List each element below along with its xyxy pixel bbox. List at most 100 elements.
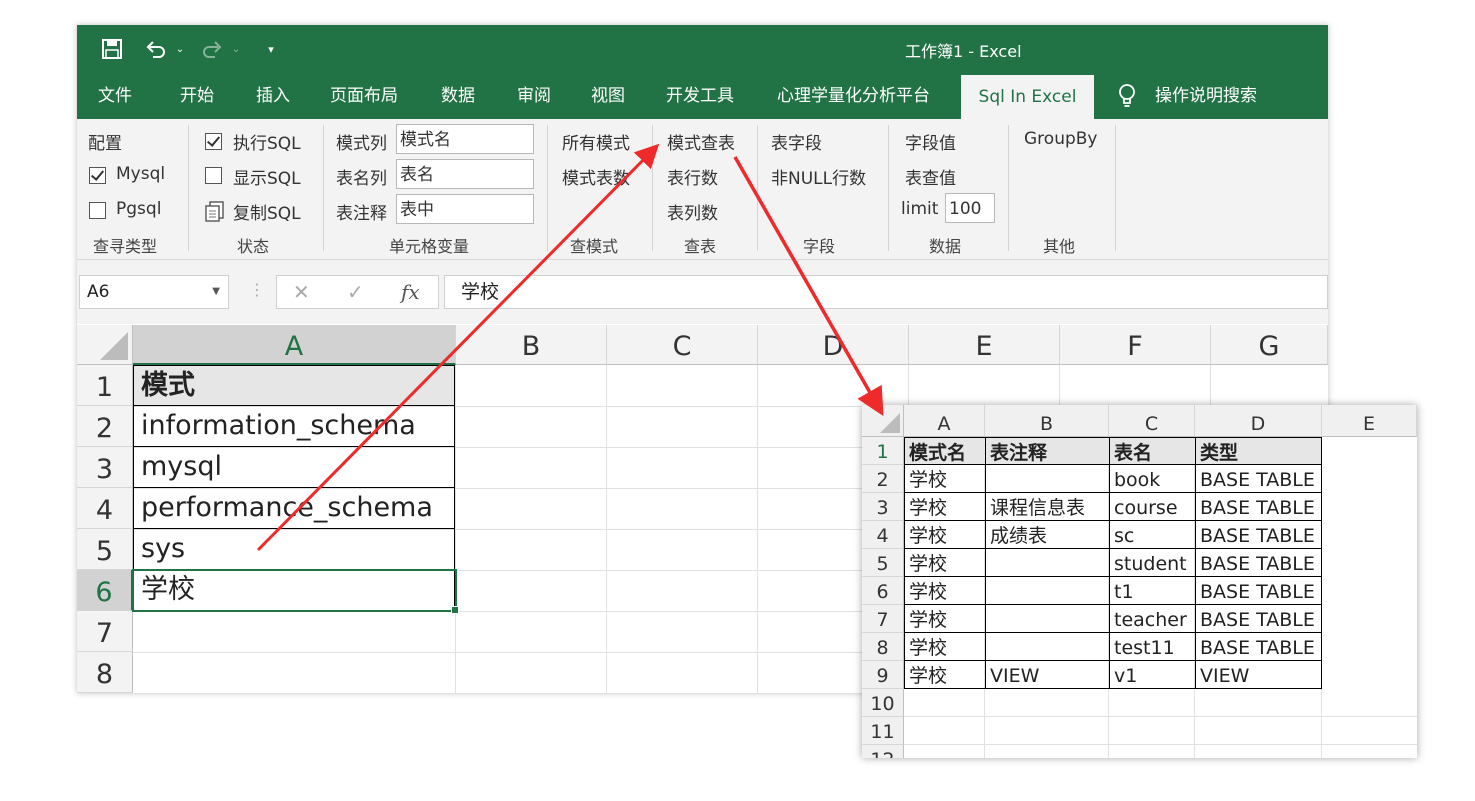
schema-col-input[interactable]: 模式名 xyxy=(396,124,534,154)
result-cell[interactable]: v1 xyxy=(1109,661,1195,689)
result-cell[interactable] xyxy=(985,549,1109,577)
result-cell[interactable] xyxy=(985,633,1109,661)
result-column-header-a[interactable]: A xyxy=(904,405,985,437)
select-all-button[interactable] xyxy=(77,325,133,365)
non-null-rows-button[interactable]: 非NULL行数 xyxy=(771,164,866,189)
active-cell-selection[interactable] xyxy=(132,569,459,614)
result-cell[interactable]: BASE TABLE xyxy=(1195,577,1322,605)
result-cell[interactable]: VIEW xyxy=(985,661,1109,689)
tab-sql-in-excel[interactable]: Sql In Excel xyxy=(961,75,1094,119)
result-column-header-d[interactable]: D xyxy=(1195,405,1322,437)
tab-view[interactable]: 视图 xyxy=(591,73,625,119)
row-header-3[interactable]: 3 xyxy=(77,447,133,488)
row-header-4[interactable]: 4 xyxy=(77,488,133,529)
formula-input[interactable]: 学校 xyxy=(444,275,1328,309)
column-header-a[interactable]: A xyxy=(133,325,456,365)
result-cell[interactable]: 学校 xyxy=(904,633,985,661)
redo-dropdown-icon[interactable]: ⌄ xyxy=(229,35,243,63)
result-header-cell[interactable]: 表注释 xyxy=(985,437,1109,465)
result-column-header-b[interactable]: B xyxy=(985,405,1109,437)
result-row-header-12[interactable]: 12 xyxy=(862,745,904,758)
result-cell[interactable]: VIEW xyxy=(1195,661,1322,689)
result-row-header-10[interactable]: 10 xyxy=(862,689,904,717)
result-cell[interactable]: 学校 xyxy=(904,661,985,689)
undo-icon[interactable] xyxy=(143,35,169,63)
column-header-d[interactable]: D xyxy=(758,325,909,365)
result-cell[interactable]: teacher xyxy=(1109,605,1195,633)
column-header-b[interactable]: B xyxy=(456,325,607,365)
schema-tables-button[interactable]: 模式查表 xyxy=(667,129,735,154)
result-cell[interactable]: sc xyxy=(1109,521,1195,549)
result-cell[interactable]: 学校 xyxy=(904,521,985,549)
cell-a4[interactable]: performance_schema xyxy=(133,488,455,529)
tab-page-layout[interactable]: 页面布局 xyxy=(330,73,398,119)
column-header-c[interactable]: C xyxy=(607,325,758,365)
tab-insert[interactable]: 插入 xyxy=(256,73,290,119)
result-row-header-1[interactable]: 1 xyxy=(862,437,904,465)
field-values-button[interactable]: 字段值 xyxy=(905,129,956,154)
table-fields-button[interactable]: 表字段 xyxy=(771,129,822,154)
row-header-5[interactable]: 5 xyxy=(77,529,133,570)
result-cell[interactable]: 学校 xyxy=(904,605,985,633)
result-cell[interactable] xyxy=(985,577,1109,605)
result-row-header-3[interactable]: 3 xyxy=(862,493,904,521)
result-column-header-c[interactable]: C xyxy=(1109,405,1195,437)
tab-home[interactable]: 开始 xyxy=(180,73,214,119)
result-cell[interactable]: BASE TABLE xyxy=(1195,605,1322,633)
pgsql-checkbox[interactable] xyxy=(89,202,106,219)
cell-a2[interactable]: information_schema xyxy=(133,406,455,447)
redo-icon[interactable] xyxy=(199,35,225,63)
row-header-8[interactable]: 8 xyxy=(77,652,133,693)
customize-qat-icon[interactable]: ▾ xyxy=(263,35,279,63)
insert-function-icon[interactable]: fx xyxy=(401,280,420,304)
result-cell[interactable]: book xyxy=(1109,465,1195,493)
result-cell[interactable]: 成绩表 xyxy=(985,521,1109,549)
row-header-2[interactable]: 2 xyxy=(77,406,133,447)
column-header-e[interactable]: E xyxy=(909,325,1060,365)
result-row-header-7[interactable]: 7 xyxy=(862,605,904,633)
exec-sql-label[interactable]: 执行SQL xyxy=(233,129,301,154)
cell-a5[interactable]: sys xyxy=(133,529,455,570)
result-row-header-5[interactable]: 5 xyxy=(862,549,904,577)
table-cols-button[interactable]: 表列数 xyxy=(667,199,718,224)
table-comment-input[interactable]: 表中 xyxy=(396,194,534,224)
result-header-cell[interactable]: 表名 xyxy=(1109,437,1195,465)
name-box[interactable]: A6 ▼ xyxy=(79,275,229,309)
tab-psych-platform[interactable]: 心理学量化分析平台 xyxy=(777,73,930,119)
tab-file[interactable]: 文件 xyxy=(98,73,132,119)
result-cell[interactable]: 学校 xyxy=(904,493,985,521)
result-header-cell[interactable]: 模式名 xyxy=(904,437,985,465)
limit-input[interactable]: 100 xyxy=(945,193,995,223)
undo-dropdown-icon[interactable]: ⌄ xyxy=(173,35,187,63)
result-cell[interactable]: 学校 xyxy=(904,577,985,605)
table-values-button[interactable]: 表查值 xyxy=(905,164,956,189)
result-cell[interactable]: course xyxy=(1109,493,1195,521)
result-cell[interactable]: test11 xyxy=(1109,633,1195,661)
cell-a3[interactable]: mysql xyxy=(133,447,455,488)
tab-review[interactable]: 审阅 xyxy=(517,73,551,119)
result-cell[interactable]: 课程信息表 xyxy=(985,493,1109,521)
result-cell[interactable]: BASE TABLE xyxy=(1195,493,1322,521)
config-button[interactable]: 配置 xyxy=(88,129,122,154)
result-row-header-2[interactable]: 2 xyxy=(862,465,904,493)
result-cell[interactable]: BASE TABLE xyxy=(1195,633,1322,661)
column-header-g[interactable]: G xyxy=(1211,325,1328,365)
tab-developer[interactable]: 开发工具 xyxy=(666,73,734,119)
cell-a1[interactable]: 模式 xyxy=(133,365,455,406)
group-by-button[interactable]: GroupBy xyxy=(1024,129,1097,149)
result-cell[interactable]: BASE TABLE xyxy=(1195,465,1322,493)
show-sql-checkbox[interactable] xyxy=(205,167,222,184)
result-column-header-e[interactable]: E xyxy=(1322,405,1417,437)
column-header-f[interactable]: F xyxy=(1060,325,1211,365)
copy-icon[interactable] xyxy=(203,199,229,228)
select-all-button[interactable] xyxy=(862,405,904,437)
chevron-down-icon[interactable]: ▼ xyxy=(212,276,220,308)
row-header-7[interactable]: 7 xyxy=(77,611,133,652)
copy-sql-button[interactable]: 复制SQL xyxy=(233,199,301,224)
result-row-header-9[interactable]: 9 xyxy=(862,661,904,689)
result-cell[interactable]: BASE TABLE xyxy=(1195,549,1322,577)
row-header-6[interactable]: 6 xyxy=(77,570,133,611)
exec-sql-checkbox[interactable] xyxy=(205,133,222,150)
table-col-input[interactable]: 表名 xyxy=(396,159,534,189)
result-cell[interactable]: student xyxy=(1109,549,1195,577)
